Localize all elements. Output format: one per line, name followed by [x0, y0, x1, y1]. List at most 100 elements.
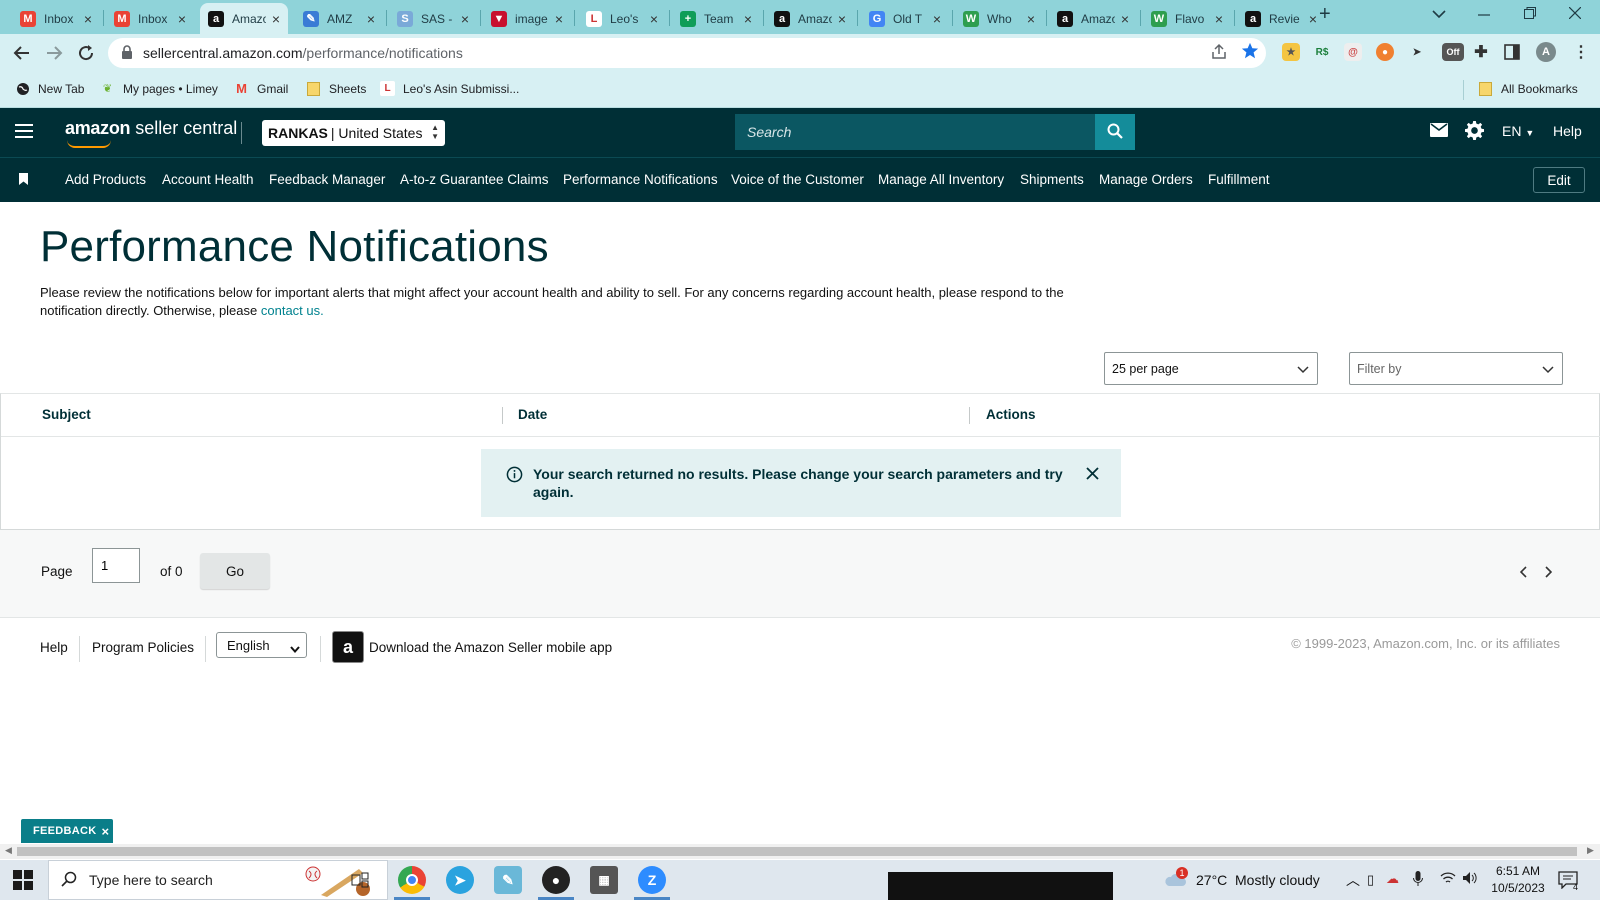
- browser-tab[interactable]: L Leo's ×: [578, 3, 666, 34]
- search-button[interactable]: [1095, 114, 1135, 150]
- search-input[interactable]: Search: [735, 114, 1095, 150]
- forward-icon[interactable]: [43, 42, 65, 64]
- new-tab-icon[interactable]: +: [1319, 3, 1331, 26]
- close-tab-icon[interactable]: ×: [650, 11, 658, 27]
- mail-icon[interactable]: [1430, 123, 1448, 140]
- edit-nav-button[interactable]: Edit: [1533, 167, 1585, 193]
- close-tab-icon[interactable]: ×: [744, 11, 752, 27]
- task-view-icon[interactable]: [351, 872, 369, 891]
- browser-tab[interactable]: S SAS - ×: [389, 3, 477, 34]
- extension-rs-icon[interactable]: R$: [1313, 43, 1331, 61]
- extension-off-icon[interactable]: Off: [1442, 43, 1464, 61]
- next-page-icon[interactable]: [1544, 566, 1553, 581]
- windows-start-icon[interactable]: [13, 870, 33, 890]
- close-tab-icon[interactable]: ×: [933, 11, 941, 27]
- bookmark-my-pages[interactable]: ❦ My pages • Limey: [100, 81, 218, 96]
- close-tab-icon[interactable]: ×: [178, 11, 186, 27]
- bookmark-star-icon[interactable]: [1241, 42, 1259, 65]
- side-panel-icon[interactable]: [1503, 43, 1521, 61]
- browser-tab[interactable]: W Flavo ×: [1143, 3, 1231, 34]
- browser-tab[interactable]: ✎ AMZ ×: [295, 3, 383, 34]
- address-bar[interactable]: sellercentral.amazon.com/performance/not…: [108, 38, 1266, 68]
- previous-page-icon[interactable]: [1519, 566, 1528, 581]
- seller-central-logo[interactable]: amazon seller central: [65, 118, 237, 148]
- nav-fulfillment[interactable]: Fulfillment: [1208, 172, 1270, 187]
- profile-avatar[interactable]: A: [1536, 42, 1556, 62]
- taskbar-search-input[interactable]: Type here to search: [48, 860, 388, 900]
- feedback-tab[interactable]: FEEDBACK ×: [21, 819, 113, 843]
- temperature[interactable]: 27°C: [1196, 872, 1227, 888]
- meet-now-icon[interactable]: ▯: [1367, 872, 1374, 888]
- extension-circle-icon[interactable]: ●: [1376, 43, 1394, 61]
- restore-icon[interactable]: [1524, 6, 1536, 24]
- account-marketplace-select[interactable]: RANKAS | United States ▲ ▼: [262, 120, 445, 146]
- browser-tab[interactable]: a Amazon ×: [766, 3, 854, 34]
- browser-tab[interactable]: a Revie ×: [1237, 3, 1325, 34]
- nav-performance-notifications[interactable]: Performance Notifications: [563, 172, 718, 187]
- language-menu[interactable]: EN ▼: [1502, 123, 1534, 139]
- nav-atoz-claims[interactable]: A-to-z Guarantee Claims: [400, 172, 549, 187]
- nav-manage-orders[interactable]: Manage Orders: [1099, 172, 1193, 187]
- calculator-taskbar-icon[interactable]: ▦: [590, 866, 618, 894]
- telegram-taskbar-icon[interactable]: ➤: [446, 866, 474, 894]
- bookmark-leo-asin[interactable]: L Leo's Asin Submissi...: [380, 81, 519, 96]
- scroll-right-icon[interactable]: ▶: [1587, 845, 1594, 856]
- close-tab-icon[interactable]: ×: [461, 11, 469, 27]
- notepad-taskbar-icon[interactable]: ✎: [494, 866, 522, 894]
- settings-gear-icon[interactable]: [1465, 121, 1484, 143]
- extension-arrow-icon[interactable]: ➤: [1408, 43, 1426, 61]
- wifi-icon[interactable]: [1440, 871, 1456, 888]
- nav-account-health[interactable]: Account Health: [162, 172, 254, 187]
- page-number-input[interactable]: [92, 548, 140, 583]
- close-tab-icon[interactable]: ×: [838, 11, 846, 27]
- tab-search-chevron-icon[interactable]: [1432, 6, 1446, 24]
- browser-tab[interactable]: ▼ image ×: [483, 3, 571, 34]
- nav-manage-inventory[interactable]: Manage All Inventory: [878, 172, 1004, 187]
- amazon-app-icon[interactable]: a: [332, 631, 364, 663]
- close-icon[interactable]: ×: [102, 824, 110, 839]
- browser-tab[interactable]: + Team ×: [672, 3, 760, 34]
- close-tab-icon[interactable]: ×: [367, 11, 375, 27]
- clock-time[interactable]: 6:51 AM: [1490, 864, 1546, 878]
- all-bookmarks[interactable]: All Bookmarks: [1478, 81, 1578, 96]
- cloud-sync-icon[interactable]: ☁: [1386, 871, 1399, 887]
- close-window-icon[interactable]: [1568, 6, 1582, 24]
- footer-program-policies-link[interactable]: Program Policies: [92, 640, 194, 655]
- hamburger-menu-icon[interactable]: [15, 124, 33, 142]
- bookmark-gmail[interactable]: M Gmail: [234, 81, 288, 96]
- nav-voice-of-customer[interactable]: Voice of the Customer: [731, 172, 864, 187]
- go-button[interactable]: Go: [200, 553, 270, 589]
- filter-by-select[interactable]: Filter by: [1349, 352, 1563, 385]
- horizontal-scrollbar[interactable]: ◀ ▶: [0, 844, 1600, 859]
- scrollbar-thumb[interactable]: [17, 847, 1577, 856]
- nav-feedback-manager[interactable]: Feedback Manager: [269, 172, 385, 187]
- show-hidden-icons-chevron-icon[interactable]: ︿: [1346, 870, 1360, 890]
- footer-help-link[interactable]: Help: [40, 640, 68, 655]
- bookmark-new-tab[interactable]: New Tab: [15, 81, 84, 96]
- close-tab-icon[interactable]: ×: [1121, 11, 1129, 27]
- column-date[interactable]: Date: [518, 407, 547, 422]
- close-icon[interactable]: [1086, 467, 1099, 483]
- browser-tab[interactable]: W Who ×: [955, 3, 1043, 34]
- browser-tab[interactable]: a Amazon ×: [1049, 3, 1137, 34]
- clock-date[interactable]: 10/5/2023: [1488, 881, 1548, 895]
- zoom-taskbar-icon[interactable]: Z: [638, 866, 666, 894]
- weather-condition[interactable]: Mostly cloudy: [1235, 872, 1320, 888]
- reload-icon[interactable]: [75, 42, 97, 64]
- close-tab-icon[interactable]: ×: [1215, 11, 1223, 27]
- nav-shipments[interactable]: Shipments: [1020, 172, 1084, 187]
- footer-language-select[interactable]: English: [216, 632, 307, 658]
- per-page-select[interactable]: 25 per page: [1104, 352, 1318, 385]
- chrome-taskbar-icon[interactable]: [398, 866, 426, 894]
- back-icon[interactable]: [11, 42, 33, 64]
- extensions-puzzle-icon[interactable]: ✚: [1472, 43, 1490, 61]
- bookmark-sheets[interactable]: Sheets: [306, 81, 366, 96]
- browser-tab[interactable]: G Old T ×: [861, 3, 949, 34]
- lock-icon[interactable]: [121, 44, 133, 62]
- browser-tab[interactable]: M Inbox ×: [106, 3, 194, 34]
- extension-keepa-icon[interactable]: ★: [1282, 43, 1300, 61]
- microphone-icon[interactable]: [1413, 871, 1423, 890]
- column-subject[interactable]: Subject: [42, 407, 91, 422]
- close-tab-icon[interactable]: ×: [1027, 11, 1035, 27]
- volume-icon[interactable]: [1462, 871, 1478, 888]
